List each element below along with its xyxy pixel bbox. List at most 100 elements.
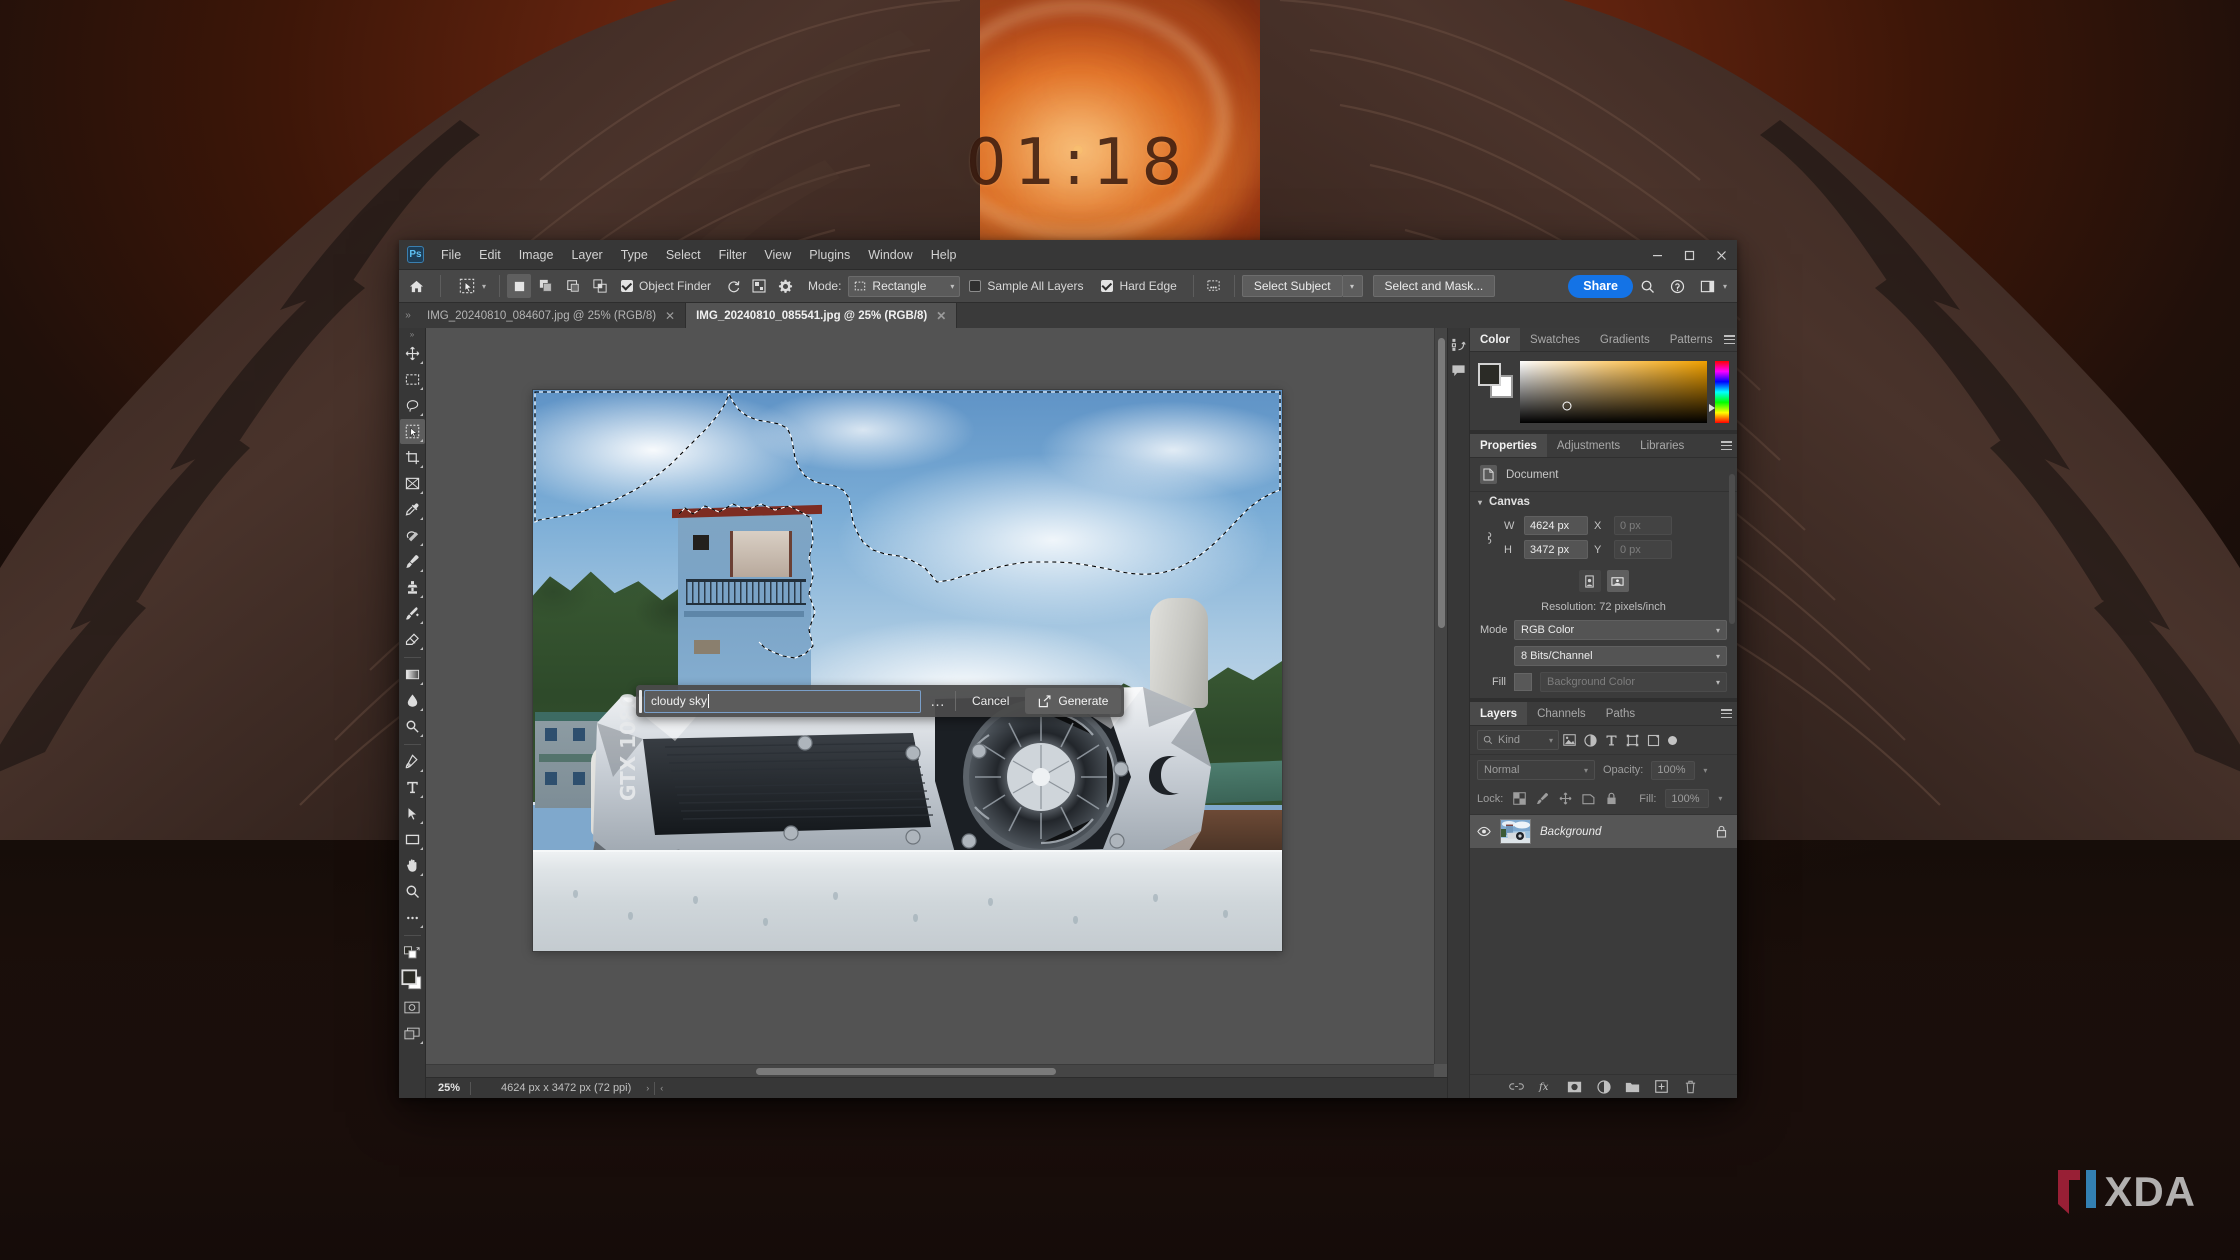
close-button[interactable] <box>1705 240 1737 270</box>
shape-layers-filter-icon[interactable] <box>1622 730 1643 750</box>
frame-tool[interactable] <box>400 471 425 496</box>
add-layer-mask-icon[interactable] <box>1567 1079 1582 1094</box>
history-brush-tool[interactable] <box>400 601 425 626</box>
overlay-options-icon[interactable] <box>746 274 772 298</box>
color-swatch-stack[interactable] <box>1478 363 1513 398</box>
filter-toggle-switch[interactable] <box>1668 735 1677 745</box>
sample-all-layers-checkbox-box[interactable] <box>969 280 982 292</box>
tab-channels[interactable]: Channels <box>1527 702 1596 725</box>
search-icon[interactable] <box>1633 273 1663 299</box>
new-group-icon[interactable] <box>1625 1079 1640 1094</box>
lasso-tool[interactable] <box>400 393 425 418</box>
edit-toolbar-tool[interactable] <box>400 905 425 930</box>
object-finder-checkbox-box[interactable] <box>621 280 634 292</box>
foreground-background-color-swatch[interactable] <box>400 966 425 994</box>
subtract-from-selection-button[interactable] <box>561 274 585 298</box>
select-and-mask-button[interactable]: Select and Mask... <box>1372 275 1496 297</box>
artboard[interactable]: GTX 1080 cloudy sky … Cancel Generate <box>533 390 1282 951</box>
lock-artboard-nesting-icon[interactable] <box>1581 791 1595 806</box>
tab-color[interactable]: Color <box>1470 328 1521 351</box>
crop-tool[interactable] <box>400 445 425 470</box>
link-dimensions-icon[interactable] <box>1480 530 1496 546</box>
adjustment-layers-filter-icon[interactable] <box>1580 730 1601 750</box>
layer-thumbnail[interactable] <box>1500 819 1531 844</box>
fill-select[interactable]: Background Color ▾ <box>1540 672 1727 692</box>
eraser-tool[interactable] <box>400 627 425 652</box>
document-tab-2[interactable]: IMG_20240810_085541.jpg @ 25% (RGB/8) ✕ <box>686 303 958 328</box>
pixel-layers-filter-icon[interactable] <box>1559 730 1580 750</box>
zoom-tool[interactable] <box>400 879 425 904</box>
minimize-button[interactable] <box>1641 240 1673 270</box>
menu-edit[interactable]: Edit <box>470 243 510 267</box>
hard-edge-checkbox[interactable]: Hard Edge <box>1092 279 1185 293</box>
hand-tool[interactable] <box>400 853 425 878</box>
history-icon[interactable] <box>1449 334 1469 354</box>
lock-image-pixels-icon[interactable] <box>1535 791 1549 806</box>
add-to-selection-button[interactable] <box>534 274 558 298</box>
canvas-vertical-scrollbar[interactable] <box>1434 328 1447 1064</box>
comments-icon[interactable] <box>1449 360 1469 380</box>
hard-edge-checkbox-box[interactable] <box>1101 280 1114 292</box>
menu-plugins[interactable]: Plugins <box>800 243 859 267</box>
refresh-icon[interactable] <box>720 274 746 298</box>
menu-window[interactable]: Window <box>859 243 921 267</box>
properties-scrollbar[interactable] <box>1729 474 1735 624</box>
workspace-chevron-icon[interactable]: ▾ <box>1723 282 1727 291</box>
fill-color-swatch[interactable] <box>1514 673 1532 691</box>
fill-value[interactable]: 100% <box>1665 789 1710 808</box>
opacity-chevron-icon[interactable]: ▾ <box>1703 766 1707 775</box>
width-input[interactable]: 4624 px <box>1524 516 1588 535</box>
layer-name[interactable]: Background <box>1540 826 1705 838</box>
smart-object-filter-icon[interactable] <box>1643 730 1664 750</box>
new-adjustment-layer-icon[interactable] <box>1596 1079 1611 1094</box>
eyedropper-tool[interactable] <box>400 497 425 522</box>
document-tab-1-close-icon[interactable]: ✕ <box>665 309 675 323</box>
tool-preset-chevron-icon[interactable]: ▾ <box>482 282 486 291</box>
landscape-orientation-button[interactable] <box>1606 570 1629 592</box>
bit-depth-select[interactable]: 8 Bits/Channel ▾ <box>1514 646 1727 666</box>
hue-slider-marker[interactable] <box>1709 404 1715 412</box>
dodge-tool[interactable] <box>400 714 425 739</box>
rectangular-marquee-tool[interactable] <box>400 367 425 392</box>
menu-filter[interactable]: Filter <box>710 243 756 267</box>
toolbar-grip[interactable]: » <box>410 331 414 339</box>
menu-layer[interactable]: Layer <box>562 243 611 267</box>
path-selection-tool[interactable] <box>400 801 425 826</box>
delete-layer-icon[interactable] <box>1683 1079 1698 1094</box>
color-gradient-field[interactable] <box>1520 361 1707 423</box>
height-input[interactable]: 3472 px <box>1524 540 1588 559</box>
menu-help[interactable]: Help <box>922 243 966 267</box>
color-picker-marker[interactable] <box>1562 401 1572 411</box>
properties-panel-menu-icon[interactable] <box>1715 434 1737 457</box>
x-input[interactable]: 0 px <box>1614 516 1672 535</box>
menu-view[interactable]: View <box>755 243 800 267</box>
tab-layers[interactable]: Layers <box>1470 702 1528 725</box>
gear-icon[interactable] <box>772 274 798 298</box>
tab-adjustments[interactable]: Adjustments <box>1547 434 1630 457</box>
lock-icon[interactable] <box>1714 825 1728 838</box>
lock-position-icon[interactable] <box>1558 791 1572 806</box>
menu-select[interactable]: Select <box>657 243 710 267</box>
workspace-icon[interactable] <box>1693 273 1723 299</box>
intersect-selection-button[interactable] <box>588 274 612 298</box>
y-input[interactable]: 0 px <box>1614 540 1672 559</box>
gradient-tool[interactable] <box>400 662 425 687</box>
spot-healing-brush-tool[interactable] <box>400 523 425 548</box>
type-tool[interactable] <box>400 775 425 800</box>
layers-panel-menu-icon[interactable] <box>1715 702 1737 725</box>
object-finder-checkbox[interactable]: Object Finder <box>612 279 720 293</box>
eye-icon[interactable] <box>1476 826 1491 837</box>
selection-brush-icon[interactable] <box>1201 274 1227 298</box>
maximize-button[interactable] <box>1673 240 1705 270</box>
layer-row-background[interactable]: Background <box>1470 815 1737 849</box>
document-tab-2-close-icon[interactable]: ✕ <box>936 309 946 323</box>
lock-all-icon[interactable] <box>1604 791 1618 806</box>
canvas-horizontal-scroll-thumb[interactable] <box>756 1068 1056 1075</box>
tab-patterns[interactable]: Patterns <box>1660 328 1723 351</box>
foreground-color-swatch[interactable] <box>1478 363 1501 386</box>
lock-transparent-pixels-icon[interactable] <box>1512 791 1526 806</box>
tab-swatches[interactable]: Swatches <box>1520 328 1590 351</box>
canvas-horizontal-scrollbar[interactable] <box>426 1064 1434 1077</box>
quick-mask-icon[interactable] <box>400 995 425 1020</box>
type-layers-filter-icon[interactable] <box>1601 730 1622 750</box>
